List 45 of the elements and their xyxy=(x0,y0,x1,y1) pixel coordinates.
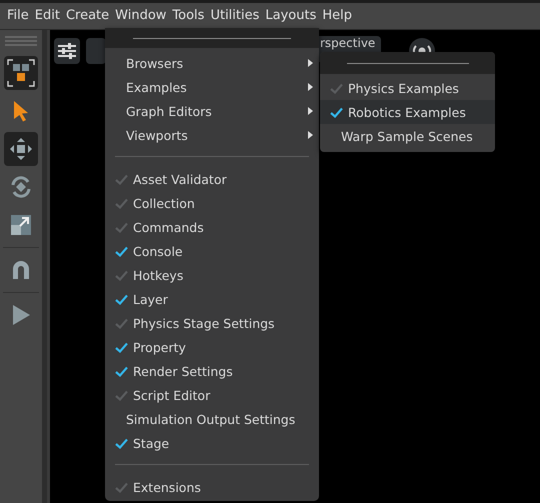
settings-button[interactable] xyxy=(54,38,80,64)
submenu-arrow-icon xyxy=(308,131,313,139)
menu-item[interactable]: Tools xyxy=(169,3,208,29)
menu-item[interactable]: Asset Validator xyxy=(105,167,319,191)
cursor-icon xyxy=(12,100,30,122)
menu-item[interactable]: File xyxy=(4,3,32,29)
submenu-item[interactable]: Graph Editors xyxy=(105,99,319,123)
menu-item[interactable]: Collection xyxy=(105,191,319,215)
submenu-arrow-icon xyxy=(308,107,313,115)
submenu-arrow-icon xyxy=(308,59,313,67)
menu-item[interactable]: Create xyxy=(62,3,112,29)
move-tool-button[interactable] xyxy=(4,132,38,166)
submenu-arrow-icon xyxy=(308,83,313,91)
menu-item[interactable]: Property xyxy=(105,335,319,359)
menu-item[interactable]: Console xyxy=(105,239,319,263)
menu-item[interactable]: Stage xyxy=(105,431,319,455)
submenu-item[interactable]: Examples xyxy=(105,75,319,99)
menu-item[interactable]: Help xyxy=(319,3,355,29)
menu-item[interactable]: Extensions xyxy=(105,475,319,499)
submenu-item[interactable]: Viewports xyxy=(105,123,319,147)
sliders-icon xyxy=(58,43,76,59)
menu-item[interactable]: Edit xyxy=(32,3,63,29)
menu-item[interactable]: Commands xyxy=(105,215,319,239)
menu-item[interactable]: Layer xyxy=(105,287,319,311)
toolbar-grip[interactable] xyxy=(5,36,37,46)
cubes-icon xyxy=(7,59,35,87)
scale-icon xyxy=(10,214,32,236)
menu-item[interactable]: Utilities xyxy=(207,3,262,29)
rotate-icon xyxy=(9,175,33,199)
magnet-icon xyxy=(10,259,32,281)
play-icon xyxy=(11,304,31,326)
tear-off-handle[interactable] xyxy=(105,28,319,48)
menu-item[interactable]: Hotkeys xyxy=(105,263,319,287)
menu-item[interactable]: Layouts xyxy=(262,3,320,29)
tear-off-handle[interactable] xyxy=(320,52,495,74)
menu-item[interactable]: Script Editor xyxy=(105,383,319,407)
menu-item[interactable]: Window xyxy=(112,3,170,29)
move-icon xyxy=(9,137,33,161)
menu-item[interactable]: Physics Stage Settings xyxy=(105,311,319,335)
menu-item[interactable]: Simulation Output Settings xyxy=(105,407,319,431)
menu-item[interactable]: Physics Examples xyxy=(320,76,495,100)
menu-item[interactable]: Warp Sample Scenes xyxy=(320,124,495,148)
select-mode-button[interactable] xyxy=(4,56,38,90)
menu-item[interactable]: Robotics Examples xyxy=(320,100,495,124)
menu-item[interactable]: Render Settings xyxy=(105,359,319,383)
